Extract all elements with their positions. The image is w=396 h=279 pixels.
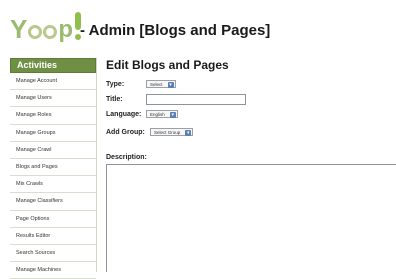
title-input[interactable] bbox=[146, 94, 246, 105]
description-label: Description: bbox=[106, 154, 147, 161]
sidebar-item-manage-groups[interactable]: Manage Groups bbox=[10, 125, 96, 142]
language-select-value: English bbox=[150, 112, 165, 117]
type-select-value: Select bbox=[150, 82, 163, 87]
main-content: Edit Blogs and Pages Type: Select ▾ Titl… bbox=[106, 58, 396, 272]
add-group-select-value: Select Group bbox=[154, 130, 181, 135]
page-header: Y p - Admin [Blogs and Pages] bbox=[0, 0, 396, 52]
type-select[interactable]: Select ▾ bbox=[146, 80, 176, 88]
sidebar-heading: Activities bbox=[10, 58, 96, 73]
sidebar-item-manage-users[interactable]: Manage Users bbox=[10, 90, 96, 108]
sidebar-item-results-editor[interactable]: Results Editor bbox=[10, 228, 96, 245]
type-row: Type: Select ▾ bbox=[106, 80, 176, 88]
main-heading: Edit Blogs and Pages bbox=[106, 58, 229, 72]
add-group-select[interactable]: Select Group ▾ bbox=[150, 128, 194, 136]
add-group-label: Add Group: bbox=[106, 128, 145, 136]
language-label: Language: bbox=[106, 110, 142, 118]
yoop-logo[interactable]: Y p bbox=[10, 12, 82, 42]
add-group-row: Add Group: Select Group ▾ bbox=[106, 128, 194, 136]
sidebar-item-blogs-and-pages[interactable]: Blogs and Pages bbox=[10, 159, 96, 177]
sidebar-item-manage-crawl[interactable]: Manage Crawl bbox=[10, 142, 96, 159]
sidebar-item-manage-roles[interactable]: Manage Roles bbox=[10, 107, 96, 125]
activities-sidebar: Activities Manage Account Manage Users M… bbox=[10, 58, 97, 279]
sidebar-item-mix-crawls[interactable]: Mix Crawls bbox=[10, 176, 96, 194]
type-label: Type: bbox=[106, 80, 125, 88]
description-textarea[interactable] bbox=[106, 164, 396, 272]
language-select[interactable]: English ▾ bbox=[146, 110, 178, 118]
language-row: Language: English ▾ bbox=[106, 110, 178, 118]
title-row: Title: bbox=[106, 94, 246, 105]
sidebar-item-search-sources[interactable]: Search Sources bbox=[10, 245, 96, 263]
page-title: - Admin [Blogs and Pages] bbox=[80, 22, 271, 39]
sidebar-item-manage-account[interactable]: Manage Account bbox=[10, 73, 96, 91]
title-label: Title: bbox=[106, 96, 123, 103]
sidebar-item-manage-classifiers[interactable]: Manage Classifiers bbox=[10, 193, 96, 211]
sidebar-item-manage-machines[interactable]: Manage Machines bbox=[10, 262, 96, 279]
sidebar-item-page-options[interactable]: Page Options bbox=[10, 211, 96, 228]
chevron-down-icon: ▾ bbox=[169, 112, 176, 118]
chevron-down-icon: ▾ bbox=[185, 130, 192, 136]
chevron-down-icon: ▾ bbox=[167, 82, 174, 88]
